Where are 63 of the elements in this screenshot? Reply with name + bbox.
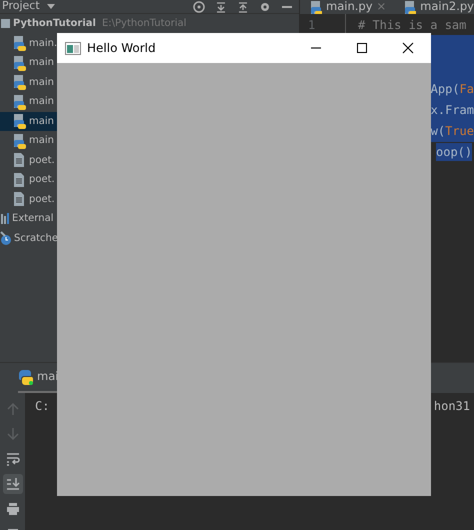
tree-item[interactable]: main. xyxy=(0,34,57,53)
tree-item-label: main xyxy=(29,56,54,70)
python-file-icon xyxy=(11,35,27,52)
tree-item-label: main xyxy=(29,76,54,90)
code-line: # This is a sam xyxy=(358,16,466,34)
folder-path: E:\PythonTutorial xyxy=(102,17,186,32)
code-line: x.Fram xyxy=(430,102,474,119)
expand-icon xyxy=(237,0,249,12)
folder-icon xyxy=(0,17,11,30)
library-icon xyxy=(0,210,10,227)
target-icon xyxy=(193,0,205,12)
tree-item-label: main. xyxy=(29,36,57,51)
printer-icon xyxy=(6,502,20,516)
tree-item-label: PythonTutorial xyxy=(13,17,96,32)
python-file-icon xyxy=(308,0,322,14)
tree-item-label: main xyxy=(29,134,54,148)
maximize-icon xyxy=(356,42,368,54)
tree-item[interactable]: External xyxy=(0,209,57,228)
tree-item-label: main xyxy=(29,95,54,110)
code-line: w(True xyxy=(430,123,474,140)
tree-item[interactable]: main xyxy=(0,72,57,92)
tree-item[interactable]: main xyxy=(0,112,57,131)
text-file-icon xyxy=(11,152,27,168)
tree-item[interactable]: poet. xyxy=(0,190,57,209)
tree-item-label: poet. xyxy=(29,192,55,207)
tree-item[interactable]: main xyxy=(0,131,57,150)
tree-item[interactable]: poet. xyxy=(0,170,57,190)
tree-item[interactable]: Scratche xyxy=(0,228,57,248)
soft-wrap-icon xyxy=(6,452,20,466)
caret-icon xyxy=(46,2,56,11)
app-icon xyxy=(65,42,81,54)
scroll-to-end-icon xyxy=(6,477,20,491)
python-file-icon xyxy=(11,54,27,71)
tree-item-label: External xyxy=(12,212,54,226)
collapse-icon xyxy=(215,0,227,12)
editor-tab[interactable]: main2.py xyxy=(394,0,474,14)
tree-item[interactable]: PythonTutorial E:\PythonTutorial xyxy=(0,14,299,34)
scratch-clock-icon xyxy=(0,230,12,246)
tree-item[interactable]: main xyxy=(0,53,57,72)
python-file-icon xyxy=(11,113,27,130)
up-arrow-icon xyxy=(6,402,20,416)
window-title: Hello World xyxy=(87,40,156,57)
code-line: App(Fa xyxy=(430,80,474,98)
tree-item-label: Scratche xyxy=(14,232,57,246)
down-arrow-icon xyxy=(6,427,20,441)
python-running-icon xyxy=(18,369,34,385)
tree-item-label: main xyxy=(29,114,54,129)
python-file-icon xyxy=(11,132,27,149)
panel-title[interactable]: Project xyxy=(2,0,40,15)
text-file-icon xyxy=(11,191,27,208)
console-text: C: xyxy=(35,398,50,415)
console-text: hon31 xyxy=(434,398,470,415)
scroll-to-end-button[interactable] xyxy=(2,474,22,494)
python-file-icon xyxy=(11,94,27,110)
tree-item-label: poet. xyxy=(29,173,55,188)
tree-item[interactable]: poet. xyxy=(0,150,57,170)
tree-item[interactable]: main xyxy=(0,92,57,112)
python-file-icon xyxy=(11,74,27,90)
close-icon xyxy=(402,42,414,54)
tree-item-label: poet. xyxy=(29,154,55,168)
python-file-icon xyxy=(402,0,416,14)
editor-tab[interactable]: main.py × xyxy=(300,0,394,14)
text-file-icon xyxy=(11,172,27,188)
